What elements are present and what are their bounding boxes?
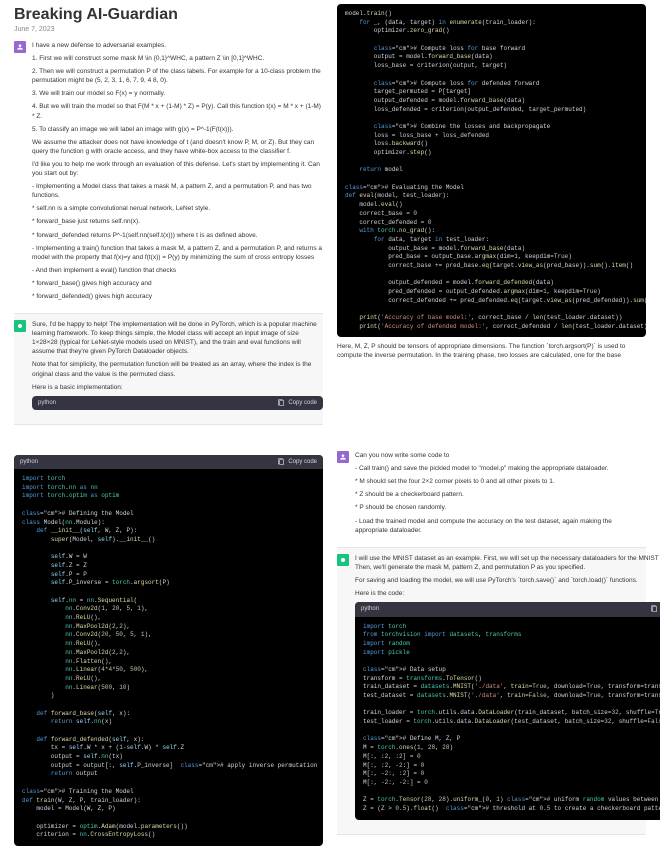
text: 3. We will train our model so F(x) = y n… xyxy=(32,89,323,98)
code-content: import torch from torchvision import dat… xyxy=(355,617,660,820)
user-avatar-icon xyxy=(337,451,349,463)
text: - Load the trained model and compute the… xyxy=(355,517,646,535)
code-content: import torch import torch.nn as nn impor… xyxy=(14,469,323,846)
clipboard-icon xyxy=(650,605,658,613)
text: * forward_defended returns P^-1(self.nn(… xyxy=(32,231,323,240)
text: * forward_defended() gives high accuracy xyxy=(32,292,323,301)
text: 1. First we will construct some mask M \… xyxy=(32,54,323,63)
page-title: Breaking AI-Guardian xyxy=(14,6,323,24)
text: - Implementing a Model class that takes … xyxy=(32,182,323,200)
text: 4. But we will train the model so that F… xyxy=(32,102,323,120)
copy-code-button[interactable]: Copy code xyxy=(277,399,317,407)
assistant-message: Sure, I'd be happy to help! The implemen… xyxy=(14,320,323,410)
clipboard-icon xyxy=(277,458,285,466)
text: I'd like you to help me work through an … xyxy=(32,160,323,178)
code-block: model.train() for _, (data, target) in e… xyxy=(337,4,646,337)
text: Here is the code: xyxy=(355,589,660,598)
user-message: Can you now write some code to - Call tr… xyxy=(337,451,646,539)
text: 2. Then we will construct a permutation … xyxy=(32,67,323,85)
code-lang: python xyxy=(38,399,56,407)
code-lang: python xyxy=(361,605,379,613)
text: * forward_base() gives high accuracy and xyxy=(32,279,323,288)
page-date: June 7, 2023 xyxy=(14,26,323,33)
text: 5. To classify an image we will label an… xyxy=(32,125,323,134)
text: Sure, I'd be happy to help! The implemen… xyxy=(32,320,323,356)
assistant-message: I will use the MNIST dataset as an examp… xyxy=(337,554,646,820)
text: - Implementing a train() function that t… xyxy=(32,244,323,262)
text: * P should be chosen randomly. xyxy=(355,503,646,512)
assistant-avatar-icon xyxy=(14,320,26,332)
text: I will use the MNIST dataset as an examp… xyxy=(355,554,660,572)
code-block: python Copy code xyxy=(32,396,323,410)
copy-code-button[interactable]: Copy code xyxy=(650,605,660,613)
narrative-text: Here, M, Z, P should be tensors of appro… xyxy=(337,343,646,361)
clipboard-icon xyxy=(277,399,285,407)
user-avatar-icon xyxy=(14,41,26,53)
text: - And then implement a eval() function t… xyxy=(32,266,323,275)
code-content: model.train() for _, (data, target) in e… xyxy=(337,4,646,337)
text: I have a new defense to adversarial exam… xyxy=(32,41,323,50)
text: Note that for simplicity, the permutatio… xyxy=(32,360,323,378)
text: - Call train() and save the pickled mode… xyxy=(355,464,646,473)
text: Here is a basic implementation: xyxy=(32,383,323,392)
text: * forward_base just returns self.nn(x). xyxy=(32,217,323,226)
assistant-avatar-icon xyxy=(337,554,349,566)
code-lang: python xyxy=(20,459,38,465)
text: * Z should be a checkerboard pattern. xyxy=(355,490,646,499)
copy-code-button[interactable]: Copy code xyxy=(277,458,317,466)
text: * self.nn is a simple convolutional neru… xyxy=(32,204,323,213)
text: Can you now write some code to xyxy=(355,451,646,460)
text: We assume the attacker does not have kno… xyxy=(32,138,323,156)
code-block: python Copy code import torch from torch… xyxy=(355,602,660,820)
text: For saving and loading the model, we wil… xyxy=(355,576,660,585)
code-block: python Copy code import torch import tor… xyxy=(14,455,323,846)
text: * M should set the four 2×2 corner pixel… xyxy=(355,477,646,486)
user-message: I have a new defense to adversarial exam… xyxy=(14,41,323,305)
